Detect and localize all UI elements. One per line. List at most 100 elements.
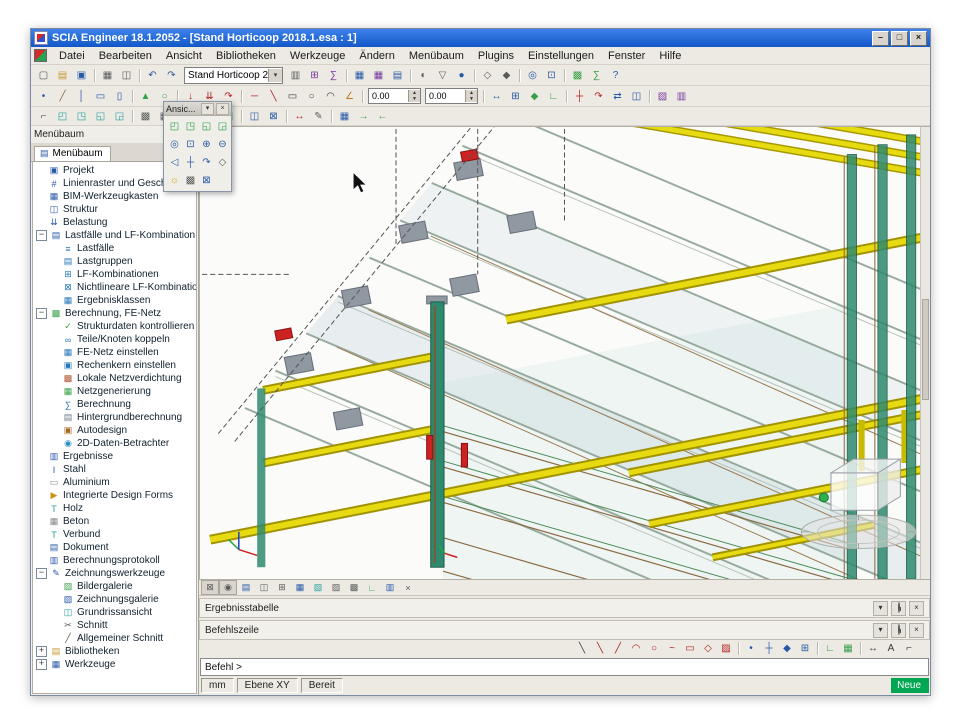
- tree-item[interactable]: ⇊Belastung: [33, 216, 196, 229]
- tab-menubaum[interactable]: ▤ Menübaum: [34, 146, 111, 161]
- viewport-split-icon[interactable]: ◫: [255, 580, 273, 595]
- tree-item[interactable]: ▦Netzgenerierung: [33, 385, 196, 398]
- tree-item[interactable]: ▦Beton: [33, 515, 196, 528]
- light-icon[interactable]: ☼: [166, 172, 183, 189]
- tree-item[interactable]: ∑Berechnung: [33, 398, 196, 411]
- palette-dropdown-button[interactable]: ▾: [201, 103, 214, 115]
- perspective-icon[interactable]: ◇: [214, 154, 231, 171]
- select-cursor-icon[interactable]: ╲: [573, 640, 591, 658]
- tree-item[interactable]: −▩Berechnung, FE-Netz: [33, 307, 196, 320]
- viewport-view3-icon[interactable]: ▨: [327, 580, 345, 595]
- line-tool-icon[interactable]: ╲: [591, 640, 609, 658]
- command-line-input[interactable]: Befehl >: [200, 658, 929, 676]
- tree-item[interactable]: ▨Bildergalerie: [33, 580, 196, 593]
- spinner-arrows-icon[interactable]: ▲▼: [408, 90, 420, 102]
- minimize-button[interactable]: –: [872, 31, 889, 46]
- view-z-icon[interactable]: ◱: [91, 107, 110, 125]
- tree-item[interactable]: ▦FE-Netz einstellen: [33, 346, 196, 359]
- export-icon[interactable]: →: [354, 107, 373, 125]
- axonometric-view-icon[interactable]: ◲: [110, 107, 129, 125]
- befehl-pin-button[interactable]: [891, 623, 906, 638]
- plate-icon[interactable]: ▭: [91, 87, 110, 105]
- menu-ansicht[interactable]: Ansicht: [159, 49, 209, 63]
- column-icon[interactable]: │: [72, 87, 91, 105]
- title-bar[interactable]: SCIA Engineer 18.1.2052 - [Stand Hortico…: [31, 29, 930, 47]
- rect-tool-icon[interactable]: ▭: [681, 640, 699, 658]
- viewport-label-icon[interactable]: ▥: [381, 580, 399, 595]
- viewport-pin-icon[interactable]: ◉: [219, 580, 237, 595]
- tree-item[interactable]: +▦Werkzeuge: [33, 658, 196, 671]
- document-icon[interactable]: [34, 49, 47, 62]
- print-icon[interactable]: ▦: [98, 66, 117, 84]
- properties-icon[interactable]: ▥: [672, 87, 691, 105]
- tree-item[interactable]: −▤Lastfälle und LF-Kombination...: [33, 229, 196, 242]
- polyline-tool-icon[interactable]: ╱: [609, 640, 627, 658]
- menu-bibliotheken[interactable]: Bibliotheken: [209, 49, 283, 63]
- viewport-close-icon[interactable]: ×: [399, 580, 417, 595]
- tree-item[interactable]: ▣Rechenkern einstellen: [33, 359, 196, 372]
- collapse-icon[interactable]: −: [36, 308, 47, 319]
- wall-icon[interactable]: ▯: [110, 87, 129, 105]
- snap-end-icon[interactable]: ◆: [778, 640, 796, 658]
- clip-plane-icon[interactable]: ⊠: [198, 172, 215, 189]
- table-input-icon[interactable]: ▦: [350, 66, 369, 84]
- layers-icon[interactable]: ▧: [653, 87, 672, 105]
- tree-item[interactable]: ◫Grundrissansicht: [33, 606, 196, 619]
- grid-toggle-icon[interactable]: ▦: [839, 640, 857, 658]
- tree-item[interactable]: ✓Strukturdaten kontrollieren: [33, 320, 196, 333]
- rotate-icon[interactable]: ↷: [589, 87, 608, 105]
- mirror-icon[interactable]: ⇄: [608, 87, 627, 105]
- save-icon[interactable]: ▣: [72, 66, 91, 84]
- coordinate-spinner[interactable]: 0.00▲▼: [368, 88, 421, 104]
- layer-filter-icon[interactable]: ▽: [433, 66, 452, 84]
- tree-item[interactable]: ▶Integrierte Design Forms: [33, 489, 196, 502]
- collapse-icon[interactable]: −: [36, 230, 47, 241]
- scrollbar-thumb[interactable]: [922, 299, 929, 400]
- tree-item[interactable]: ▥Berechnungsprotokoll: [33, 554, 196, 567]
- tree-item[interactable]: ▤Hintergrundberechnung: [33, 411, 196, 424]
- polygon-tool-icon[interactable]: ◇: [699, 640, 717, 658]
- view-top-icon[interactable]: ◱: [198, 118, 215, 135]
- text-tool-icon[interactable]: A: [882, 640, 900, 658]
- help-icon[interactable]: ?: [606, 66, 625, 84]
- polyline-icon[interactable]: ╲: [264, 87, 283, 105]
- viewport-canvas[interactable]: [200, 127, 930, 579]
- rectangle-icon[interactable]: ▭: [283, 87, 302, 105]
- rotate-view-icon[interactable]: ↷: [198, 154, 215, 171]
- tree-item[interactable]: −✎Zeichnungswerkzeuge: [33, 567, 196, 580]
- support-icon[interactable]: ▲: [136, 87, 155, 105]
- viewport-layout-icon[interactable]: ▤: [237, 580, 255, 595]
- tree-item[interactable]: ∞Teile/Knoten koppeln: [33, 333, 196, 346]
- tree-item[interactable]: ◉2D-Daten-Betrachter: [33, 437, 196, 450]
- view-y-icon[interactable]: ◳: [72, 107, 91, 125]
- zoom-out-icon[interactable]: ⊖: [214, 136, 231, 153]
- menu-men-baum[interactable]: Menübaum: [402, 49, 471, 63]
- circle-icon[interactable]: ○: [302, 87, 321, 105]
- circle-tool-icon[interactable]: ○: [645, 640, 663, 658]
- grid-icon[interactable]: ⊞: [506, 87, 525, 105]
- viewport-view1-icon[interactable]: ▦: [291, 580, 309, 595]
- coordinate-spinner[interactable]: 0.00▲▼: [425, 88, 478, 104]
- tree-item[interactable]: ▤Dokument: [33, 541, 196, 554]
- zoom-previous-icon[interactable]: ◁: [166, 154, 183, 171]
- zoom-all-icon[interactable]: ◎: [166, 136, 183, 153]
- collapse-icon[interactable]: −: [36, 568, 47, 579]
- tree-item[interactable]: ✂Schnitt: [33, 619, 196, 632]
- project-settings-icon[interactable]: ▥: [286, 66, 305, 84]
- redo-icon[interactable]: ↷: [162, 66, 181, 84]
- import-icon[interactable]: ←: [373, 107, 392, 125]
- select-by-property-icon[interactable]: ◆: [497, 66, 516, 84]
- expand-icon[interactable]: +: [36, 659, 47, 670]
- tree-item[interactable]: ▩Lokale Netzverdichtung: [33, 372, 196, 385]
- arc-tool-icon[interactable]: ◠: [627, 640, 645, 658]
- dimension-icon[interactable]: ↔: [487, 87, 506, 105]
- close-button[interactable]: ×: [910, 31, 927, 46]
- viewport-grid-icon[interactable]: ⊞: [273, 580, 291, 595]
- model-viewport[interactable]: [199, 126, 930, 580]
- viewport-axes-icon[interactable]: ∟: [363, 580, 381, 595]
- palette-titlebar[interactable]: Ansic... ▾ ×: [164, 102, 231, 116]
- tree-item[interactable]: ⊞LF-Kombinationen: [33, 268, 196, 281]
- undo-icon[interactable]: ↶: [143, 66, 162, 84]
- new-action-button[interactable]: Neue: [891, 678, 929, 693]
- section-icon[interactable]: ◫: [245, 107, 264, 125]
